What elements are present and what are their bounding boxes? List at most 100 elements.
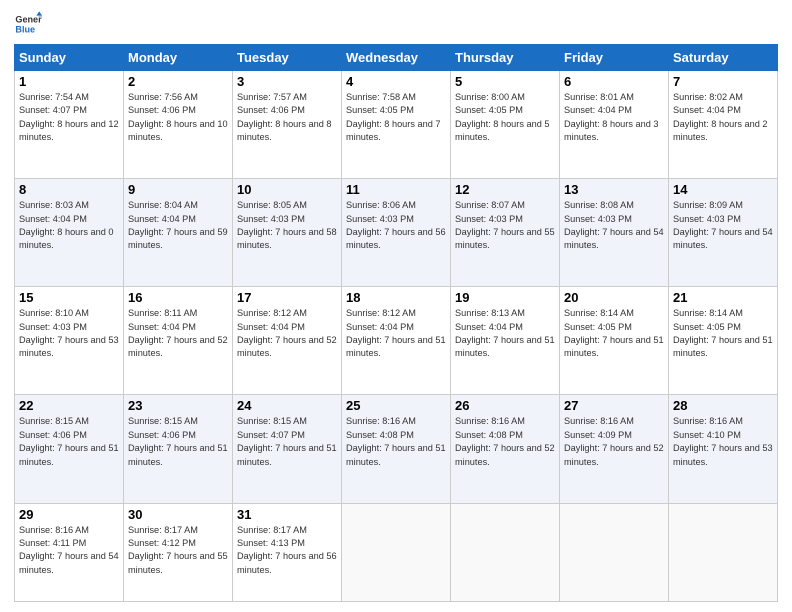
- day-info: Sunrise: 8:16 AMSunset: 4:08 PMDaylight:…: [455, 415, 555, 468]
- day-info: Sunrise: 8:16 AMSunset: 4:10 PMDaylight:…: [673, 415, 773, 468]
- calendar-week-3: 15 Sunrise: 8:10 AMSunset: 4:03 PMDayligh…: [15, 287, 778, 395]
- day-number: 26: [455, 398, 555, 413]
- day-number: 27: [564, 398, 664, 413]
- day-number: 31: [237, 507, 337, 522]
- day-number: 16: [128, 290, 228, 305]
- day-number: 1: [19, 74, 119, 89]
- weekday-thursday: Thursday: [451, 45, 560, 71]
- calendar-cell: 8Sunrise: 8:03 AMSunset: 4:04 PMDaylight…: [15, 179, 124, 287]
- day-number: 9: [128, 182, 228, 197]
- day-info: Sunrise: 8:00 AMSunset: 4:05 PMDaylight:…: [455, 91, 555, 144]
- day-info: Sunrise: 8:06 AMSunset: 4:03 PMDaylight:…: [346, 199, 446, 252]
- day-number: 24: [237, 398, 337, 413]
- svg-text:General: General: [15, 15, 42, 25]
- day-number: 14: [673, 182, 773, 197]
- day-info: Sunrise: 8:12 AMSunset: 4:04 PMDaylight:…: [237, 307, 337, 360]
- header: General Blue: [14, 10, 778, 38]
- day-number: 17: [237, 290, 337, 305]
- calendar-cell: 10Sunrise: 8:05 AMSunset: 4:03 PMDayligh…: [233, 179, 342, 287]
- calendar-cell: 28 Sunrise: 8:16 AMSunset: 4:10 PMDayligh…: [669, 395, 778, 503]
- calendar-cell: 25 Sunrise: 8:16 AMSunset: 4:08 PMDayligh…: [342, 395, 451, 503]
- weekday-friday: Friday: [560, 45, 669, 71]
- calendar-cell: 30Sunrise: 8:17 AMSunset: 4:12 PMDayligh…: [124, 503, 233, 601]
- day-info: Sunrise: 8:07 AMSunset: 4:03 PMDaylight:…: [455, 199, 555, 252]
- logo-icon: General Blue: [14, 10, 42, 38]
- page: General Blue SundayMondayTuesdayWednesda…: [0, 0, 792, 612]
- day-info: Sunrise: 8:10 AMSunset: 4:03 PMDaylight:…: [19, 307, 119, 360]
- calendar-week-1: 1 Sunrise: 7:54 AMSunset: 4:07 PMDaylight…: [15, 71, 778, 179]
- calendar-cell: [560, 503, 669, 601]
- calendar-cell: 13 Sunrise: 8:08 AMSunset: 4:03 PMDayligh…: [560, 179, 669, 287]
- day-info: Sunrise: 8:17 AMSunset: 4:12 PMDaylight:…: [128, 524, 228, 577]
- day-info: Sunrise: 8:16 AMSunset: 4:09 PMDaylight:…: [564, 415, 664, 468]
- day-number: 15: [19, 290, 119, 305]
- day-number: 12: [455, 182, 555, 197]
- calendar-table: SundayMondayTuesdayWednesdayThursdayFrid…: [14, 44, 778, 602]
- day-info: Sunrise: 8:04 AMSunset: 4:04 PMDaylight:…: [128, 199, 228, 252]
- day-number: 3: [237, 74, 337, 89]
- day-info: Sunrise: 8:11 AMSunset: 4:04 PMDaylight:…: [128, 307, 228, 360]
- calendar-cell: 23 Sunrise: 8:15 AMSunset: 4:06 PMDayligh…: [124, 395, 233, 503]
- logo: General Blue: [14, 10, 42, 38]
- day-number: 13: [564, 182, 664, 197]
- day-info: Sunrise: 8:09 AMSunset: 4:03 PMDaylight:…: [673, 199, 773, 252]
- day-number: 21: [673, 290, 773, 305]
- calendar-cell: [669, 503, 778, 601]
- calendar-cell: 21 Sunrise: 8:14 AMSunset: 4:05 PMDayligh…: [669, 287, 778, 395]
- calendar-week-5: 29 Sunrise: 8:16 AMSunset: 4:11 PMDayligh…: [15, 503, 778, 601]
- calendar-cell: 18Sunrise: 8:12 AMSunset: 4:04 PMDayligh…: [342, 287, 451, 395]
- day-info: Sunrise: 7:56 AMSunset: 4:06 PMDaylight:…: [128, 91, 228, 144]
- svg-text:Blue: Blue: [15, 24, 35, 34]
- calendar-cell: 7Sunrise: 8:02 AMSunset: 4:04 PMDaylight…: [669, 71, 778, 179]
- day-info: Sunrise: 7:54 AMSunset: 4:07 PMDaylight:…: [19, 91, 119, 144]
- calendar-body: 1 Sunrise: 7:54 AMSunset: 4:07 PMDaylight…: [15, 71, 778, 602]
- calendar-cell: 4Sunrise: 7:58 AMSunset: 4:05 PMDaylight…: [342, 71, 451, 179]
- calendar-cell: 27 Sunrise: 8:16 AMSunset: 4:09 PMDayligh…: [560, 395, 669, 503]
- calendar-cell: 29 Sunrise: 8:16 AMSunset: 4:11 PMDayligh…: [15, 503, 124, 601]
- day-number: 23: [128, 398, 228, 413]
- day-number: 29: [19, 507, 119, 522]
- calendar-cell: 20Sunrise: 8:14 AMSunset: 4:05 PMDayligh…: [560, 287, 669, 395]
- day-info: Sunrise: 7:57 AMSunset: 4:06 PMDaylight:…: [237, 91, 337, 144]
- calendar-cell: 9 Sunrise: 8:04 AMSunset: 4:04 PMDaylight…: [124, 179, 233, 287]
- calendar-cell: 12 Sunrise: 8:07 AMSunset: 4:03 PMDayligh…: [451, 179, 560, 287]
- day-info: Sunrise: 8:01 AMSunset: 4:04 PMDaylight:…: [564, 91, 664, 144]
- weekday-tuesday: Tuesday: [233, 45, 342, 71]
- day-info: Sunrise: 8:12 AMSunset: 4:04 PMDaylight:…: [346, 307, 446, 360]
- day-info: Sunrise: 8:15 AMSunset: 4:06 PMDaylight:…: [19, 415, 119, 468]
- weekday-sunday: Sunday: [15, 45, 124, 71]
- weekday-header-row: SundayMondayTuesdayWednesdayThursdayFrid…: [15, 45, 778, 71]
- day-info: Sunrise: 8:08 AMSunset: 4:03 PMDaylight:…: [564, 199, 664, 252]
- calendar-cell: 11Sunrise: 8:06 AMSunset: 4:03 PMDayligh…: [342, 179, 451, 287]
- calendar-cell: 15 Sunrise: 8:10 AMSunset: 4:03 PMDayligh…: [15, 287, 124, 395]
- day-number: 28: [673, 398, 773, 413]
- calendar-cell: 19Sunrise: 8:13 AMSunset: 4:04 PMDayligh…: [451, 287, 560, 395]
- day-info: Sunrise: 8:17 AMSunset: 4:13 PMDaylight:…: [237, 524, 337, 577]
- day-info: Sunrise: 8:14 AMSunset: 4:05 PMDaylight:…: [673, 307, 773, 360]
- calendar-cell: 22 Sunrise: 8:15 AMSunset: 4:06 PMDayligh…: [15, 395, 124, 503]
- calendar-cell: 26 Sunrise: 8:16 AMSunset: 4:08 PMDayligh…: [451, 395, 560, 503]
- day-info: Sunrise: 8:16 AMSunset: 4:11 PMDaylight:…: [19, 524, 119, 577]
- weekday-wednesday: Wednesday: [342, 45, 451, 71]
- day-info: Sunrise: 8:15 AMSunset: 4:07 PMDaylight:…: [237, 415, 337, 468]
- calendar-cell: 1 Sunrise: 7:54 AMSunset: 4:07 PMDaylight…: [15, 71, 124, 179]
- day-info: Sunrise: 7:58 AMSunset: 4:05 PMDaylight:…: [346, 91, 446, 144]
- calendar-cell: 24 Sunrise: 8:15 AMSunset: 4:07 PMDayligh…: [233, 395, 342, 503]
- calendar-cell: 17 Sunrise: 8:12 AMSunset: 4:04 PMDayligh…: [233, 287, 342, 395]
- day-number: 19: [455, 290, 555, 305]
- calendar-cell: 31 Sunrise: 8:17 AMSunset: 4:13 PMDayligh…: [233, 503, 342, 601]
- day-info: Sunrise: 8:16 AMSunset: 4:08 PMDaylight:…: [346, 415, 446, 468]
- calendar-cell: [451, 503, 560, 601]
- day-info: Sunrise: 8:15 AMSunset: 4:06 PMDaylight:…: [128, 415, 228, 468]
- calendar-cell: [342, 503, 451, 601]
- day-number: 22: [19, 398, 119, 413]
- day-number: 25: [346, 398, 446, 413]
- day-info: Sunrise: 8:05 AMSunset: 4:03 PMDaylight:…: [237, 199, 337, 252]
- day-number: 6: [564, 74, 664, 89]
- calendar-cell: 5Sunrise: 8:00 AMSunset: 4:05 PMDaylight…: [451, 71, 560, 179]
- calendar-cell: 3 Sunrise: 7:57 AMSunset: 4:06 PMDaylight…: [233, 71, 342, 179]
- calendar-cell: 2Sunrise: 7:56 AMSunset: 4:06 PMDaylight…: [124, 71, 233, 179]
- weekday-monday: Monday: [124, 45, 233, 71]
- calendar-cell: 6 Sunrise: 8:01 AMSunset: 4:04 PMDaylight…: [560, 71, 669, 179]
- calendar-header: SundayMondayTuesdayWednesdayThursdayFrid…: [15, 45, 778, 71]
